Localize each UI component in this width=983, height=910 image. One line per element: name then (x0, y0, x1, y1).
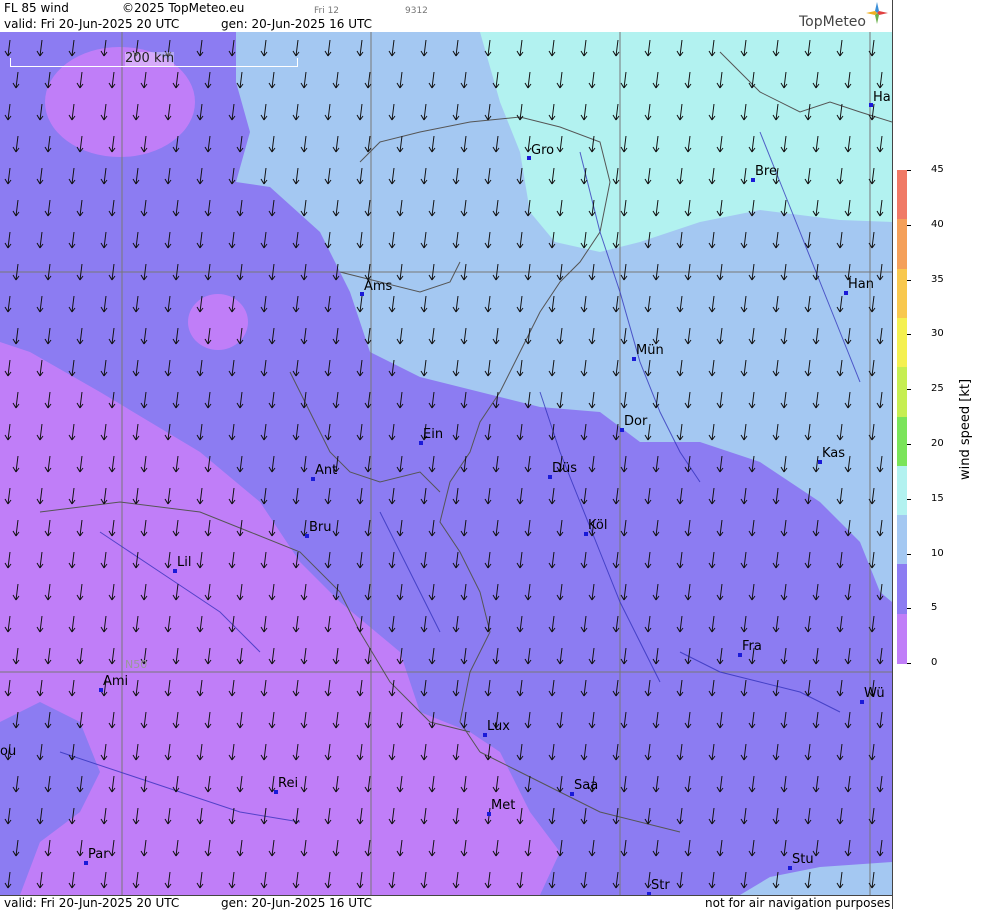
footer-valid-time: valid: Fri 20-Jun-2025 20 UTC (4, 896, 180, 910)
legend-tick-label: 10 (931, 547, 944, 559)
city-label: Met (491, 798, 516, 813)
scale-bar-label: 200 km (125, 51, 175, 66)
legend-tick-label: 5 (931, 602, 938, 614)
legend-tick-mark (907, 334, 911, 336)
legend-tick-label: 45 (931, 164, 944, 175)
city-label: Lux (487, 719, 510, 734)
city-label: Stu (792, 852, 814, 867)
legend-tick-mark (907, 498, 911, 500)
city-label: Wü (864, 686, 885, 701)
map-viewer: { "header": { "title": "FL 85 wind", "co… (0, 0, 983, 910)
copyright-text: ©2025 TopMeteo.eu (122, 1, 245, 15)
legend-swatch (897, 317, 907, 369)
city-label: Str (651, 878, 670, 893)
wind-map[interactable]: 200 km N50 Ha Gro Bre Ams Han Mün Dor Ei… (0, 32, 892, 895)
legend-swatch (897, 170, 907, 221)
legend-tick-label: 20 (931, 438, 944, 449)
legend-tick-label: 30 (931, 328, 944, 340)
footer-bar: valid: Fri 20-Jun-2025 20 UTC gen: 20-Ju… (0, 895, 892, 910)
legend-tick-mark (907, 279, 911, 281)
map-title: FL 85 wind (4, 1, 69, 15)
city-label: Saa (574, 778, 599, 793)
footer-generated-time: gen: 20-Jun-2025 16 UTC (221, 896, 373, 910)
legend-color-bar (897, 170, 907, 664)
legend-tick-label: 0 (931, 657, 938, 669)
latitude-label: N50 (125, 658, 148, 671)
city-label: Lil (177, 555, 192, 570)
city-label: Bru (309, 520, 332, 535)
legend-tick-mark (907, 608, 911, 610)
disclaimer-text: not for air navigation purposes (705, 896, 891, 910)
legend-swatch (897, 515, 907, 566)
legend-swatch (897, 219, 907, 270)
legend-tick-label: 35 (931, 273, 944, 285)
legend-swatch (897, 367, 907, 418)
legend-title: wind speed [kt] (958, 378, 973, 480)
valid-time: valid: Fri 20-Jun-2025 20 UTC (4, 17, 180, 31)
legend-swatch (897, 465, 907, 517)
legend-tick-label: 25 (931, 383, 944, 395)
legend-swatch (897, 564, 907, 615)
legend-tick-mark (907, 170, 911, 171)
legend-tick-mark (907, 389, 911, 391)
city-label: Kas (822, 446, 846, 461)
header-bar: FL 85 wind ©2025 TopMeteo.eu Fri 12 9312… (0, 0, 892, 33)
city-label: Bre (755, 164, 777, 179)
legend-swatch (897, 416, 907, 467)
legend-swatch (897, 268, 907, 319)
city-label: Düs (552, 461, 578, 476)
product-code: 9312 (405, 6, 428, 16)
city-label: Fra (742, 639, 762, 654)
legend-tick-mark (907, 444, 911, 445)
city-label: Han (848, 277, 874, 292)
brand-name: TopMeteo (799, 14, 866, 30)
city-label: Ami (103, 674, 129, 689)
generated-time: gen: 20-Jun-2025 16 UTC (221, 17, 373, 31)
wind-speed-field (0, 32, 892, 895)
legend-tick-label: 40 (931, 218, 944, 230)
legend-tick-mark (907, 663, 911, 665)
legend-swatch (897, 613, 907, 664)
city-label: Rei (278, 776, 299, 791)
legend-tick-mark (907, 553, 911, 555)
city-label: Ams (364, 279, 393, 294)
city-label: Ein (423, 427, 444, 442)
city-label: Dor (624, 414, 648, 429)
day-label: Fri 12 (314, 6, 340, 16)
city-label: Mün (636, 343, 664, 358)
brand-logo-icon (866, 2, 888, 24)
city-label: Gro (531, 143, 555, 158)
legend-tick-label: 15 (931, 492, 944, 504)
city-label: Ha (873, 90, 891, 105)
city-label: Par (88, 847, 109, 862)
city-label: Köl (588, 518, 608, 533)
legend-tick-mark (907, 224, 911, 226)
city-label: Ant (315, 463, 338, 478)
city-label: ou (0, 744, 17, 759)
